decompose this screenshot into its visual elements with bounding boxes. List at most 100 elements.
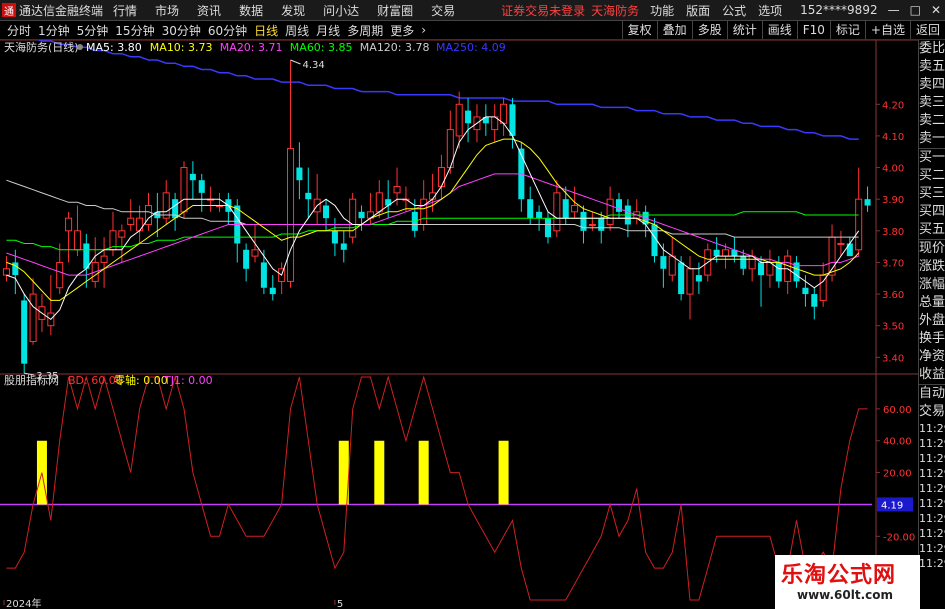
quote-field-12: 涨跌 <box>919 259 945 274</box>
candle-body <box>349 198 357 238</box>
tab-60min[interactable]: 60分钟 <box>208 22 247 39</box>
menu-layout[interactable]: 版面 <box>686 2 710 19</box>
minimize-icon[interactable]: — <box>888 3 900 17</box>
tool-f10[interactable]: F10 <box>796 21 830 39</box>
tab-daily[interactable]: 日线 <box>254 22 278 39</box>
candle-body <box>305 192 312 200</box>
menu-data[interactable]: 数据 <box>239 2 263 19</box>
tab-monthly[interactable]: 月线 <box>316 22 340 39</box>
candle-body <box>323 205 330 219</box>
candle-body <box>198 180 205 193</box>
candle-body <box>660 256 667 269</box>
menu-market[interactable]: 市场 <box>155 2 179 19</box>
high-pointer <box>290 59 301 65</box>
menu-quote[interactable]: 行情 <box>113 2 137 19</box>
ma-legend-5: MA250: 4.09 <box>436 41 506 54</box>
candle-body <box>465 110 472 124</box>
candle-body <box>536 211 543 219</box>
tab-multi-period[interactable]: 多周期 <box>347 22 383 39</box>
y-tick-label: 4.00 <box>882 164 904 175</box>
tool-add-watch[interactable]: +自选 <box>864 21 910 39</box>
logo-icon: 通 <box>2 3 16 18</box>
menu-trade[interactable]: 交易 <box>431 2 455 19</box>
login-warning[interactable]: 证券交易未登录 <box>501 2 585 19</box>
ma-legend-0: MA5: 3.80 <box>86 41 142 54</box>
candle-body <box>358 211 365 219</box>
candle-body <box>855 198 863 251</box>
user-id[interactable]: 152****9892 <box>800 3 877 17</box>
tool-overlay[interactable]: 叠加 <box>656 21 692 39</box>
candle-body <box>775 262 782 282</box>
menu-ask[interactable]: 问小达 <box>323 2 359 19</box>
quote-field-10: 买五 <box>919 221 945 240</box>
candle-body <box>811 294 818 307</box>
tab-more[interactable]: 更多 <box>390 22 414 39</box>
signal-bar <box>418 440 429 505</box>
ind-tick-label: -20.00 <box>883 532 915 543</box>
close-icon[interactable]: ✕ <box>931 3 941 17</box>
quote-field-18: 收益 <box>919 366 945 385</box>
menu-wealth[interactable]: 财富圈 <box>377 2 413 19</box>
y-tick-label: 4.20 <box>882 100 904 111</box>
kline-chart[interactable]: 4.343.35 天海防务(日线) MA5: 3.80 MA10: 3.73 MA2… <box>0 40 918 609</box>
ma-legend-1: MA10: 3.73 <box>150 41 213 54</box>
tab-5min[interactable]: 5分钟 <box>77 22 109 39</box>
quote-field-9: 买四 <box>919 204 945 219</box>
quote-field-2: 卖四 <box>919 77 945 92</box>
trade-field-0[interactable]: 自动 <box>919 385 945 403</box>
candle-body <box>393 186 401 194</box>
tool-draw[interactable]: 画线 <box>761 21 797 39</box>
menu-news[interactable]: 资讯 <box>197 2 221 19</box>
x-tick-label: 5 <box>337 599 343 609</box>
candle-body <box>375 192 383 213</box>
menu-formula[interactable]: 公式 <box>722 2 746 19</box>
tab-15min[interactable]: 15分钟 <box>115 22 154 39</box>
quote-field-14: 总量 <box>919 295 945 310</box>
quote-field-0: 委比 <box>919 41 945 56</box>
tab-weekly[interactable]: 周线 <box>285 22 309 39</box>
current-stock-name[interactable]: 天海防务 <box>591 2 639 19</box>
candle-body <box>189 173 196 181</box>
tool-adjust[interactable]: 复权 <box>621 21 657 39</box>
candle-body <box>846 243 853 257</box>
trade-field-8: 11:29 <box>919 512 945 525</box>
tool-multi-stock[interactable]: 多股 <box>691 21 727 39</box>
candle-body <box>686 268 694 295</box>
chevron-right-icon[interactable]: › <box>421 23 426 37</box>
candle-body <box>118 230 126 238</box>
tool-stats[interactable]: 统计 <box>726 21 762 39</box>
menu-options[interactable]: 选项 <box>758 2 782 19</box>
watermark: 乐淘公式网 www.60lt.com <box>775 555 920 609</box>
candle-body <box>722 249 730 257</box>
ma-legend-4: MA120: 3.78 <box>360 41 430 54</box>
quote-field-11: 现价 <box>919 241 945 256</box>
maximize-icon[interactable]: □ <box>910 3 921 17</box>
menu-function[interactable]: 功能 <box>650 2 674 19</box>
menu-discover[interactable]: 发现 <box>281 2 305 19</box>
tab-intraday[interactable]: 分时 <box>7 22 31 39</box>
tab-1min[interactable]: 1分钟 <box>38 22 70 39</box>
candle-body <box>136 217 144 232</box>
candle-body <box>260 262 267 288</box>
candle-body <box>2 268 10 276</box>
candle-body <box>73 230 81 251</box>
quote-field-8: 买三 <box>919 186 945 201</box>
tool-mark[interactable]: 标记 <box>829 21 865 39</box>
tool-back[interactable]: 返回 <box>909 21 945 39</box>
ma-legend-2: MA20: 3.71 <box>220 41 283 54</box>
quote-field-1: 卖五 <box>919 59 945 74</box>
candle-body <box>509 104 516 136</box>
signal-bar <box>374 440 385 505</box>
candle-body <box>562 199 569 219</box>
candle-body <box>180 167 188 213</box>
candle-body <box>287 148 295 282</box>
trade-field-1[interactable]: 交易 <box>919 403 945 421</box>
candle-body <box>837 242 845 245</box>
tab-30min[interactable]: 30分钟 <box>162 22 201 39</box>
candle-body <box>420 198 428 225</box>
y-tick-label: 4.10 <box>882 132 904 143</box>
candle-body <box>455 103 463 137</box>
trade-field-2: 11:29 <box>919 422 945 435</box>
quote-field-4: 卖二 <box>919 113 945 128</box>
legend-toggle-icon[interactable] <box>77 44 83 50</box>
